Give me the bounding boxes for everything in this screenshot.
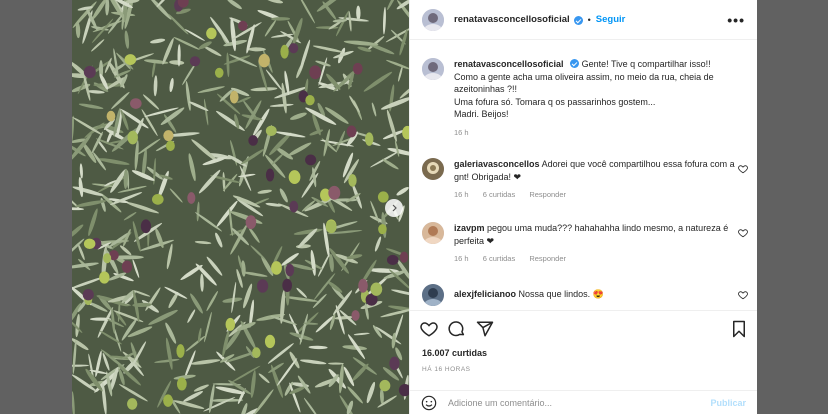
likes-count[interactable]: 16.007 curtidas	[422, 348, 487, 358]
comment-meta: 16 h 6 curtidas Responder	[454, 190, 745, 199]
caption-time[interactable]: 16 h	[454, 128, 469, 137]
post-header: renatavasconcellosoficial • Seguir •••	[410, 0, 757, 40]
post-actions	[410, 310, 757, 346]
comment-time[interactable]: 16 h	[454, 254, 469, 263]
separator-dot: •	[587, 14, 591, 25]
comment-item: izavpm pegou uma muda??? hahahahha lindo…	[410, 222, 757, 263]
comment-likes[interactable]: 6 curtidas	[483, 190, 516, 199]
comment-meta: 16 h 6 curtidas Responder	[454, 254, 745, 263]
comment-bubble-icon[interactable]	[448, 320, 466, 338]
more-options-icon[interactable]: •••	[727, 12, 745, 28]
like-comment-heart-icon[interactable]	[738, 290, 748, 300]
add-comment-bar: Publicar	[410, 390, 757, 414]
comment-likes[interactable]: 6 curtidas	[483, 254, 516, 263]
caption-entry: renatavasconcellosoficial Gente! Tive q …	[410, 58, 757, 137]
verified-badge-icon	[570, 59, 580, 68]
caption-line-4: Madri. Beijos!	[454, 109, 509, 119]
comment-time[interactable]: 16 h	[454, 190, 469, 199]
publish-button[interactable]: Publicar	[710, 398, 746, 408]
post-modal: renatavasconcellosoficial • Seguir ••• r…	[72, 0, 757, 414]
like-comment-heart-icon[interactable]	[738, 164, 748, 174]
post-side-panel: renatavasconcellosoficial • Seguir ••• r…	[409, 0, 757, 414]
comment-username[interactable]: alexjfelicianoo	[454, 289, 516, 299]
avatar-image-icon	[422, 158, 444, 180]
caption-line-3: Uma fofura só. Tomara q os passarinhos g…	[454, 96, 656, 107]
next-photo-button[interactable]	[385, 199, 403, 217]
comment-text: alexjfelicianoo Nossa que lindos. 😍	[454, 284, 745, 301]
comment-item: galeriavasconcellos Adorei que você comp…	[410, 158, 757, 199]
post-timestamp[interactable]: HÁ 16 HORAS	[422, 366, 471, 373]
share-paper-plane-icon[interactable]	[476, 320, 494, 338]
comment-avatar[interactable]	[422, 222, 444, 244]
comment-avatar[interactable]	[422, 158, 444, 180]
caption-username[interactable]: renatavasconcellosoficial	[454, 59, 564, 69]
avatar-image-icon	[422, 58, 444, 80]
caption-text: renatavasconcellosoficial Gente! Tive q …	[454, 58, 745, 121]
like-heart-icon[interactable]	[420, 320, 438, 338]
comment-body: pegou uma muda??? hahahahha lindo mesmo,…	[454, 223, 729, 246]
post-photo[interactable]	[72, 0, 409, 414]
avatar-image-icon	[422, 284, 444, 306]
comment-input[interactable]	[446, 396, 711, 409]
verified-badge-icon	[573, 16, 583, 25]
author-username[interactable]: renatavasconcellosoficial	[454, 14, 570, 25]
caption-line-1: Gente! Tive q compartilhar isso!!	[581, 59, 711, 69]
avatar-image-icon	[422, 222, 444, 244]
comment-text: galeriavasconcellos Adorei que você comp…	[454, 158, 745, 183]
like-comment-heart-icon[interactable]	[738, 228, 748, 238]
caption-meta: 16 h	[454, 128, 745, 137]
comment-item: alexjfelicianoo Nossa que lindos. 😍	[410, 284, 757, 306]
comment-username[interactable]: izavpm	[454, 223, 485, 233]
chevron-right-icon	[392, 204, 397, 212]
follow-button[interactable]: Seguir	[596, 14, 626, 25]
caption-line-2: Como a gente acha uma oliveira assim, no…	[454, 71, 714, 95]
avatar-image-icon	[422, 8, 444, 31]
caption-avatar[interactable]	[422, 58, 444, 80]
comment-username[interactable]: galeriavasconcellos	[454, 159, 540, 169]
reply-button[interactable]: Responder	[529, 254, 566, 263]
reply-button[interactable]: Responder	[529, 190, 566, 199]
bookmark-icon[interactable]	[731, 320, 747, 338]
olive-tree-image	[72, 0, 409, 414]
author-avatar[interactable]	[422, 8, 444, 31]
comments-scroll-area[interactable]: renatavasconcellosoficial Gente! Tive q …	[410, 41, 757, 309]
comment-avatar[interactable]	[422, 284, 444, 306]
comment-body: Nossa que lindos. 😍	[518, 289, 604, 299]
comment-text: izavpm pegou uma muda??? hahahahha lindo…	[454, 222, 745, 247]
emoji-smiley-icon[interactable]	[421, 395, 437, 411]
